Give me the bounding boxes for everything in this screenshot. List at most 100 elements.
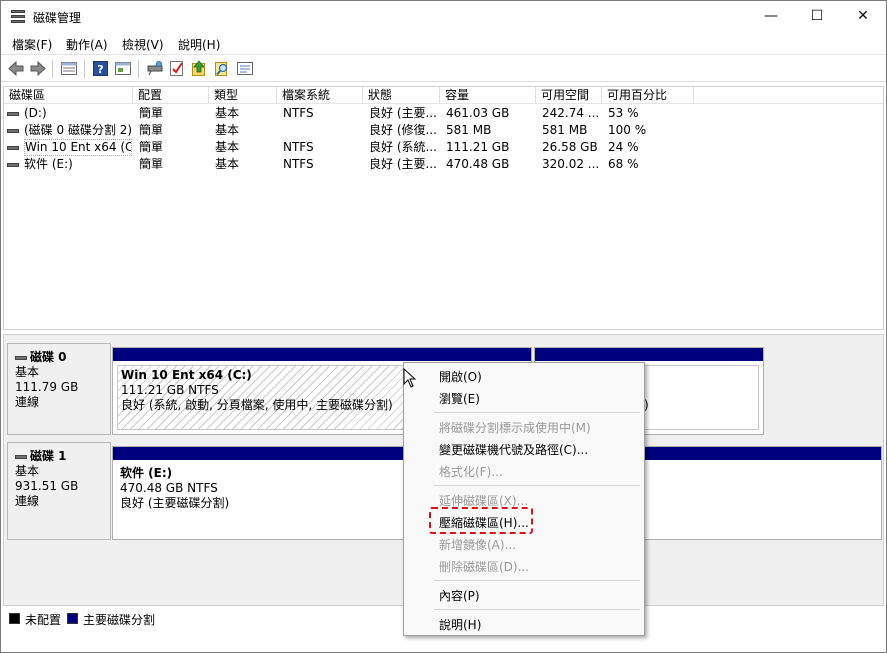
search-icon[interactable] bbox=[213, 60, 231, 77]
partition-name: 软件 (E:) bbox=[120, 466, 173, 480]
primary-partition-bar bbox=[535, 348, 763, 361]
column-capacity[interactable]: 容量 bbox=[440, 87, 536, 104]
forward-icon[interactable] bbox=[29, 60, 47, 77]
disk-state: 連線 bbox=[15, 395, 40, 409]
cell-free-space: 26.58 GB bbox=[542, 140, 598, 154]
cell-type: 基本 bbox=[215, 157, 240, 171]
volume-list-header: 磁碟區 配置 類型 檔案系統 狀態 容量 可用空間 可用百分比 bbox=[4, 87, 883, 104]
table-row[interactable]: Win 10 Ent x64 (C:) 簡單 基本 NTFS 良好 (系統...… bbox=[4, 139, 883, 156]
properties-icon[interactable] bbox=[236, 60, 254, 77]
menu-item-explore[interactable]: 瀏覽(E) bbox=[439, 390, 480, 407]
disk-title: 磁碟 1 bbox=[30, 449, 67, 463]
minimize-button[interactable]: — bbox=[748, 1, 794, 32]
disk-size: 111.79 GB bbox=[15, 380, 79, 394]
menu-item-add-mirror[interactable]: 新增鏡像(A)... bbox=[439, 536, 516, 553]
cell-type: 基本 bbox=[215, 140, 240, 154]
menu-item-delete-volume[interactable]: 刪除磁碟區(D)... bbox=[439, 558, 529, 575]
cell-status: 良好 (系統... bbox=[369, 140, 437, 154]
disk-title: 磁碟 0 bbox=[30, 350, 67, 364]
column-percent-free[interactable]: 可用百分比 bbox=[602, 87, 694, 104]
volume-list-icon[interactable] bbox=[60, 60, 78, 77]
menu-item-mark-active[interactable]: 將磁碟分割標示成使用中(M) bbox=[439, 419, 591, 436]
column-file-system[interactable]: 檔案系統 bbox=[277, 87, 363, 104]
cell-file-system: NTFS bbox=[283, 157, 314, 171]
menu-item-help[interactable]: 說明(H) bbox=[439, 616, 481, 633]
partition-size-fs: 470.48 GB NTFS bbox=[120, 481, 218, 495]
drive-icon bbox=[7, 163, 19, 167]
toolbar: ? bbox=[1, 54, 886, 82]
drive-icon bbox=[7, 129, 19, 133]
check-icon[interactable] bbox=[168, 60, 186, 77]
column-volume[interactable]: 磁碟區 bbox=[4, 87, 133, 104]
disk-management-app-icon bbox=[10, 10, 26, 24]
disk-size: 931.51 GB bbox=[15, 479, 79, 493]
shrink-volume-highlight bbox=[429, 507, 533, 534]
title-bar: 磁碟管理 — ☐ ✕ bbox=[1, 1, 886, 32]
svg-text:?: ? bbox=[97, 63, 103, 76]
console-icon[interactable] bbox=[114, 60, 132, 77]
cell-type: 基本 bbox=[215, 123, 240, 137]
cell-free-space: 242.74 ... bbox=[542, 106, 600, 120]
menu-action[interactable]: 動作(A) bbox=[66, 36, 108, 53]
cell-layout: 簡單 bbox=[139, 140, 164, 154]
cell-free-space: 320.02 ... bbox=[542, 157, 600, 171]
export-icon[interactable] bbox=[190, 60, 208, 77]
cell-percent-free: 24 % bbox=[608, 140, 639, 154]
drive-icon bbox=[7, 112, 19, 116]
maximize-button[interactable]: ☐ bbox=[794, 1, 840, 32]
legend-unallocated: 未配置 bbox=[25, 613, 62, 627]
disk-icon bbox=[15, 355, 27, 360]
menu-item-format[interactable]: 格式化(F)... bbox=[439, 463, 503, 480]
cell-status: 良好 (主要... bbox=[369, 157, 437, 171]
cell-layout: 簡單 bbox=[139, 157, 164, 171]
primary-partition-bar bbox=[113, 348, 531, 361]
window-title: 磁碟管理 bbox=[33, 11, 82, 25]
column-layout[interactable]: 配置 bbox=[133, 87, 209, 104]
menu-separator bbox=[434, 412, 640, 413]
cell-file-system: NTFS bbox=[283, 140, 314, 154]
context-menu: 開啟(O) 瀏覽(E) 將磁碟分割標示成使用中(M) 變更磁碟機代號及路徑(C)… bbox=[403, 362, 645, 636]
back-icon[interactable] bbox=[7, 60, 25, 77]
drive-icon bbox=[7, 146, 19, 150]
table-row[interactable]: (D:) 簡單 基本 NTFS 良好 (主要... 461.03 GB 242.… bbox=[4, 105, 883, 122]
disk-kind: 基本 bbox=[15, 464, 40, 478]
cell-status: 良好 (主要... bbox=[369, 106, 437, 120]
disk-1-label[interactable]: 磁碟 1 基本 931.51 GB 連線 bbox=[7, 442, 111, 540]
column-free-space[interactable]: 可用空間 bbox=[536, 87, 602, 104]
table-row[interactable]: 软件 (E:) 簡單 基本 NTFS 良好 (主要... 470.48 GB 3… bbox=[4, 156, 883, 173]
cell-file-system: NTFS bbox=[283, 106, 314, 120]
cell-type: 基本 bbox=[215, 106, 240, 120]
table-row[interactable]: (磁碟 0 磁碟分割 2) 簡單 基本 良好 (修復... 581 MB 581… bbox=[4, 122, 883, 139]
primary-partition-swatch bbox=[67, 613, 78, 624]
menu-bar: 檔案(F) 動作(A) 檢視(V) 說明(H) bbox=[1, 32, 886, 54]
disk-state: 連線 bbox=[15, 494, 40, 508]
cell-volume: (D:) bbox=[24, 106, 47, 120]
menu-item-change-drive-letter[interactable]: 變更磁碟機代號及路徑(C)... bbox=[439, 441, 588, 458]
cell-layout: 簡單 bbox=[139, 106, 164, 120]
column-type[interactable]: 類型 bbox=[209, 87, 277, 104]
column-status[interactable]: 狀態 bbox=[363, 87, 440, 104]
disk-0-label[interactable]: 磁碟 0 基本 111.79 GB 連線 bbox=[7, 343, 111, 435]
cell-capacity: 461.03 GB bbox=[446, 106, 510, 120]
mouse-cursor-icon bbox=[403, 368, 417, 388]
menu-file[interactable]: 檔案(F) bbox=[12, 36, 52, 53]
help-icon[interactable]: ? bbox=[92, 60, 110, 77]
menu-separator bbox=[434, 485, 640, 486]
toolbar-separator bbox=[84, 60, 85, 78]
cell-capacity: 111.21 GB bbox=[446, 140, 510, 154]
volume-list: 磁碟區 配置 類型 檔案系統 狀態 容量 可用空間 可用百分比 (D:) 簡單 … bbox=[3, 86, 884, 330]
cell-layout: 簡單 bbox=[139, 123, 164, 137]
partition-e-body[interactable]: 软件 (E:) 470.48 GB NTFS 良好 (主要磁碟分割) bbox=[117, 464, 417, 535]
cell-status: 良好 (修復... bbox=[369, 123, 437, 137]
legend-primary: 主要磁碟分割 bbox=[83, 613, 156, 627]
disk-management-window: 磁碟管理 — ☐ ✕ 檔案(F) 動作(A) 檢視(V) 說明(H) ? 磁碟區… bbox=[0, 0, 887, 653]
menu-item-open[interactable]: 開啟(O) bbox=[439, 368, 482, 385]
connect-icon[interactable] bbox=[146, 60, 164, 77]
cell-capacity: 470.48 GB bbox=[446, 157, 510, 171]
close-button[interactable]: ✕ bbox=[840, 1, 886, 32]
cell-volume: 软件 (E:) bbox=[24, 157, 73, 171]
menu-item-properties[interactable]: 內容(P) bbox=[439, 587, 480, 604]
cell-percent-free: 53 % bbox=[608, 106, 639, 120]
menu-view[interactable]: 檢視(V) bbox=[122, 36, 164, 53]
menu-help[interactable]: 說明(H) bbox=[178, 36, 220, 53]
